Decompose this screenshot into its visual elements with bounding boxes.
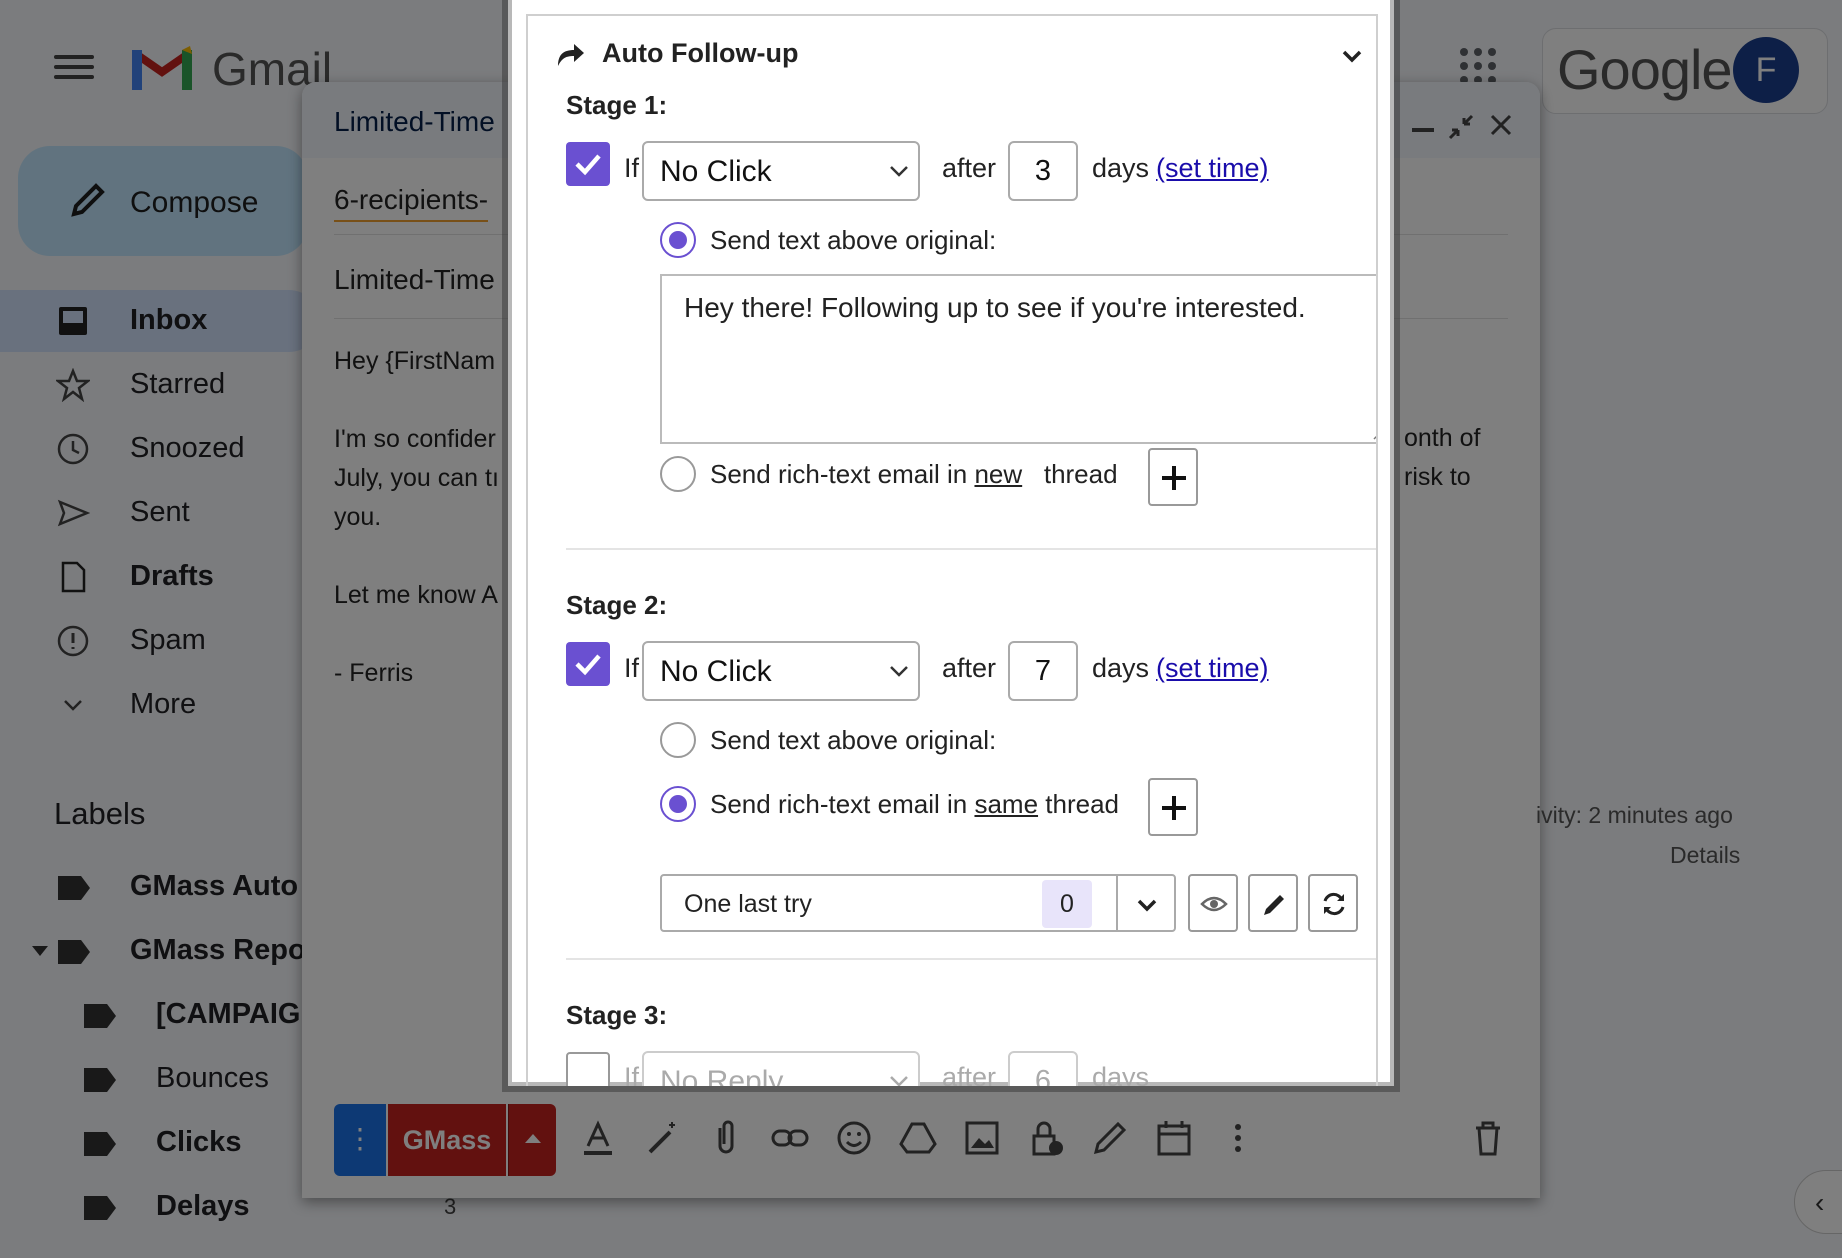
radio-label: Send rich-text email in new thread — [710, 459, 1118, 490]
radio-label: Send text above original: — [710, 725, 997, 755]
collapse-chevron-icon[interactable] — [1340, 48, 1364, 64]
stage-1-radio-rich-text[interactable] — [660, 456, 696, 492]
pencil-icon — [1264, 895, 1284, 915]
after-label: after — [942, 153, 997, 183]
checkmark-icon — [575, 154, 601, 176]
rich-suffix: thread — [1043, 459, 1118, 489]
chevron-down-icon — [890, 166, 908, 177]
resize-grip-icon[interactable] — [1370, 424, 1378, 440]
stage-3-checkbox[interactable] — [566, 1052, 610, 1086]
stage-1-set-time-link[interactable]: (set time) — [1156, 153, 1269, 184]
stage-1-followup-textarea[interactable]: Hey there! Following up to see if you're… — [660, 274, 1378, 444]
auto-followup-panel: Auto Follow-up Stage 1: If No Click afte… — [526, 14, 1378, 1086]
condition-value: No Reply — [660, 1065, 784, 1086]
chevron-down-icon[interactable] — [1136, 898, 1158, 914]
select-separator — [1116, 876, 1118, 932]
stage-2-radio-text-above[interactable] — [660, 722, 696, 758]
if-label: If — [624, 1062, 640, 1086]
days-label: days — [1092, 1062, 1150, 1086]
days-label: days — [1092, 653, 1150, 683]
stage-divider — [566, 958, 1376, 960]
refresh-templates-button[interactable] — [1308, 874, 1358, 932]
stage-divider — [566, 548, 1376, 550]
after-label: after — [942, 1062, 997, 1086]
stage-2-radio-rich-text[interactable] — [660, 786, 696, 822]
stage-2-title: Stage 2: — [566, 590, 668, 620]
stage-1-radio-text-above[interactable] — [660, 222, 696, 258]
stage-2-days-input[interactable]: 7 — [1008, 641, 1078, 701]
share-arrow-icon — [558, 44, 584, 66]
radio-label: Send text above original: — [710, 225, 997, 255]
if-label: If — [624, 653, 640, 683]
radio-label: Send rich-text email in same thread — [710, 789, 1119, 820]
stage-2-checkbox[interactable] — [566, 642, 610, 686]
template-name: One last try — [684, 890, 812, 918]
condition-value: No Click — [660, 655, 772, 688]
edit-template-button[interactable] — [1248, 874, 1298, 932]
rich-prefix: Send rich-text email in — [710, 459, 968, 489]
days-label: days — [1092, 153, 1150, 183]
rich-prefix: Send rich-text email in — [710, 789, 968, 819]
stage-3-days-input[interactable]: 6 — [1008, 1051, 1078, 1086]
stage-2-template-select[interactable]: One last try 0 — [660, 874, 1176, 932]
eye-icon — [1200, 896, 1228, 912]
stage-1-checkbox[interactable] — [566, 142, 610, 186]
stage-1-days-input[interactable]: 3 — [1008, 141, 1078, 201]
thread-mode-same[interactable]: same — [974, 789, 1038, 819]
stage-2-set-time-link[interactable]: (set time) — [1156, 653, 1269, 684]
stage-1-title: Stage 1: — [566, 90, 668, 120]
stage-1-add-template-button[interactable] — [1148, 448, 1198, 506]
rich-suffix: thread — [1045, 789, 1120, 819]
condition-value: No Click — [660, 155, 772, 188]
if-label: If — [624, 153, 640, 183]
template-count-badge: 0 — [1042, 880, 1092, 928]
refresh-icon — [1323, 892, 1345, 916]
chevron-down-icon — [890, 1076, 908, 1086]
textarea-value: Hey there! Following up to see if you're… — [684, 292, 1306, 323]
stage-1-condition-select[interactable]: No Click — [642, 141, 920, 201]
auto-followup-modal: Auto Follow-up Stage 1: If No Click afte… — [508, 0, 1394, 1086]
preview-template-button[interactable] — [1188, 874, 1238, 932]
stage-2-condition-select[interactable]: No Click — [642, 641, 920, 701]
thread-mode-new[interactable]: new — [974, 459, 1022, 489]
stage-2-add-template-button[interactable] — [1148, 778, 1198, 836]
stage-3-condition-select[interactable]: No Reply — [642, 1051, 920, 1086]
chevron-down-icon — [890, 666, 908, 677]
checkmark-icon — [575, 654, 601, 676]
stage-3-title: Stage 3: — [566, 1000, 668, 1030]
followup-title: Auto Follow-up — [602, 38, 799, 68]
after-label: after — [942, 653, 997, 683]
